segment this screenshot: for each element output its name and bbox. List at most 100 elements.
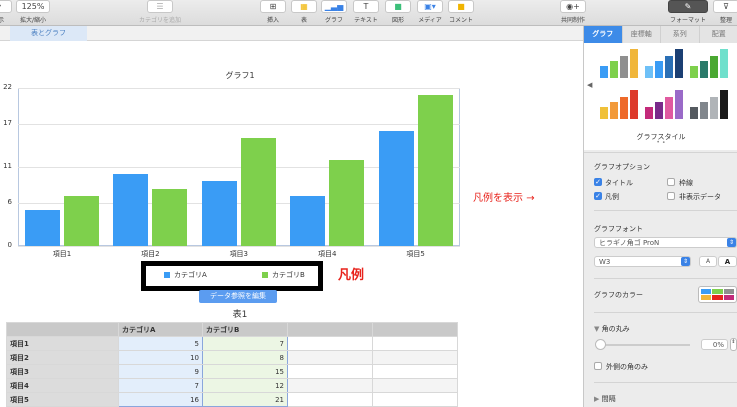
slider-knob[interactable]: [595, 339, 606, 350]
cell[interactable]: [372, 364, 458, 379]
sheet-tab[interactable]: 表とグラフ: [10, 26, 87, 41]
style-swatch-bar[interactable]: [675, 90, 683, 119]
title-checkbox[interactable]: ✓: [594, 178, 602, 186]
spacing-section[interactable]: ▶ 間隔: [594, 394, 616, 404]
cell[interactable]: [372, 350, 458, 365]
style-swatch-bar[interactable]: [700, 61, 708, 78]
shape-button[interactable]: ■ 図形: [384, 0, 412, 24]
bar-b[interactable]: [417, 95, 453, 246]
add-category-button[interactable]: ☰ カテゴリを追加: [130, 0, 190, 24]
cell[interactable]: 7: [118, 378, 203, 393]
bar-b[interactable]: [329, 159, 365, 246]
corner-radius-slider[interactable]: [600, 344, 690, 346]
cell[interactable]: 5: [118, 336, 203, 351]
header-cell[interactable]: [6, 322, 119, 337]
font-family-select[interactable]: ヒラギノ角ゴ ProN ⇕: [594, 237, 737, 248]
insert-button[interactable]: ⊞ 挿入: [259, 0, 287, 24]
cell[interactable]: [287, 350, 373, 365]
style-swatch-bar[interactable]: [665, 97, 673, 119]
media-button[interactable]: ▣▾ メディア: [415, 0, 445, 24]
font-weight-select[interactable]: W3 ⇕: [594, 256, 691, 267]
style-swatch-bar[interactable]: [645, 66, 653, 78]
format-button[interactable]: ✎ フォーマット: [666, 0, 710, 24]
collaborate-button[interactable]: ◉+ 共同制作: [555, 0, 591, 24]
bar-b[interactable]: [64, 195, 99, 246]
border-checkbox[interactable]: [667, 178, 675, 186]
data-table[interactable]: カテゴリA カテゴリB 項目1 5 7 項目2 10 8 項目3 9 15 項目4 7 12 項目…: [6, 322, 458, 407]
style-swatch-bar[interactable]: [630, 49, 638, 78]
bar-a[interactable]: [113, 174, 149, 246]
bar-b[interactable]: [152, 188, 188, 246]
style-swatch-bar[interactable]: [600, 107, 608, 119]
header-cell[interactable]: カテゴリA: [118, 322, 203, 337]
cell[interactable]: [287, 378, 373, 393]
tab-series[interactable]: 系列: [661, 26, 700, 43]
row-header[interactable]: 項目3: [6, 364, 119, 379]
chart-colors-button[interactable]: [698, 286, 737, 303]
font-larger-button[interactable]: A: [718, 256, 737, 267]
cell[interactable]: 21: [202, 392, 288, 407]
style-swatch-bar[interactable]: [710, 97, 718, 119]
comment-button[interactable]: ■ コメント: [446, 0, 476, 24]
cell[interactable]: 7: [202, 336, 288, 351]
style-swatch-bar[interactable]: [675, 49, 683, 78]
bar-b[interactable]: [240, 138, 276, 246]
organize-button[interactable]: ⊽ 整理: [712, 0, 737, 24]
outer-corners-checkbox[interactable]: [594, 362, 602, 370]
style-swatch-bar[interactable]: [655, 102, 663, 119]
style-swatch-bar[interactable]: [720, 90, 728, 119]
style-swatch-bar[interactable]: [630, 90, 638, 119]
cell[interactable]: [372, 378, 458, 393]
stepper-icon[interactable]: ⇕: [730, 338, 737, 351]
cell[interactable]: 12: [202, 378, 288, 393]
cell[interactable]: [372, 336, 458, 351]
styles-prev-icon[interactable]: ◀: [587, 81, 592, 89]
zoom-button[interactable]: 125% 拡大/縮小: [14, 0, 52, 24]
style-swatch-bar[interactable]: [665, 56, 673, 78]
bar-a[interactable]: [378, 131, 414, 246]
style-swatch-bar[interactable]: [620, 97, 628, 119]
header-cell[interactable]: カテゴリB: [202, 322, 288, 337]
corner-radius-title[interactable]: ▼ 角の丸み: [594, 324, 630, 334]
style-swatch-bar[interactable]: [645, 107, 653, 119]
bar-a[interactable]: [290, 195, 326, 246]
style-swatch-bar[interactable]: [720, 49, 728, 78]
row-header[interactable]: 項目1: [6, 336, 119, 351]
style-swatch-bar[interactable]: [655, 61, 663, 78]
row-header[interactable]: 項目2: [6, 350, 119, 365]
style-swatch-bar[interactable]: [610, 102, 618, 119]
cell[interactable]: 10: [118, 350, 203, 365]
cell[interactable]: 9: [118, 364, 203, 379]
tab-chart[interactable]: グラフ: [584, 26, 623, 43]
chart-title[interactable]: グラフ1: [0, 70, 480, 81]
hidden-data-checkbox[interactable]: [667, 192, 675, 200]
style-swatch-bar[interactable]: [620, 56, 628, 78]
page-dots[interactable]: • ∙: [584, 139, 737, 146]
edit-data-reference-button[interactable]: データ参照を編集: [199, 290, 277, 303]
font-smaller-button[interactable]: A: [699, 256, 717, 267]
cell[interactable]: 16: [118, 392, 203, 407]
tab-axis[interactable]: 座標軸: [622, 26, 661, 43]
cell[interactable]: 8: [202, 350, 288, 365]
bar-a[interactable]: [25, 210, 60, 246]
tab-arrange[interactable]: 配置: [699, 26, 737, 43]
header-cell[interactable]: [287, 322, 373, 337]
row-header[interactable]: 項目5: [6, 392, 119, 407]
corner-radius-input[interactable]: 0%: [701, 339, 728, 350]
cell[interactable]: [287, 336, 373, 351]
style-swatch-bar[interactable]: [610, 61, 618, 78]
cell[interactable]: 15: [202, 364, 288, 379]
text-button[interactable]: T テキスト: [352, 0, 380, 24]
style-swatch-bar[interactable]: [700, 102, 708, 119]
style-swatch-bar[interactable]: [690, 66, 698, 78]
style-swatch-bar[interactable]: [710, 56, 718, 78]
row-header[interactable]: 項目4: [6, 378, 119, 393]
view-button[interactable]: ▾表示: [0, 0, 12, 24]
cell[interactable]: [287, 392, 373, 407]
cell[interactable]: [287, 364, 373, 379]
style-swatch-bar[interactable]: [690, 107, 698, 119]
chart-button[interactable]: ▁▃▅ グラフ: [320, 0, 348, 24]
style-swatch-bar[interactable]: [600, 66, 608, 78]
table-button[interactable]: ▦ 表: [290, 0, 318, 24]
header-cell[interactable]: [372, 322, 458, 337]
